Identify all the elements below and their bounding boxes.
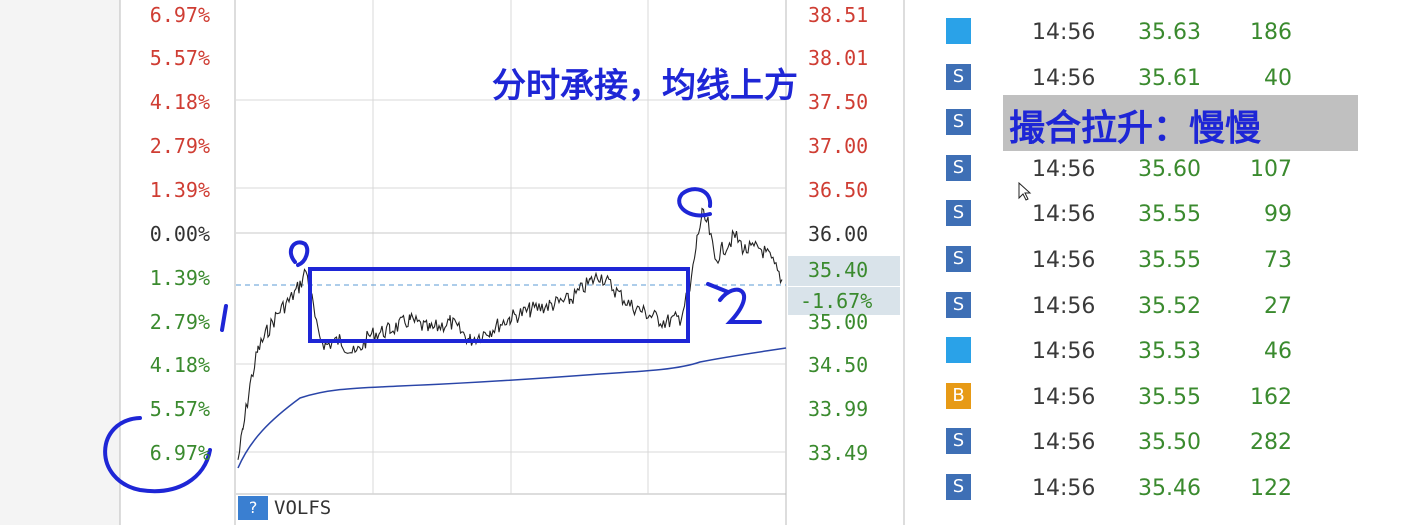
sell-badge: S xyxy=(946,428,971,455)
trade-volume: 27 xyxy=(1264,293,1292,319)
trade-row: S 14:56 35.46 122 xyxy=(940,470,1410,510)
sell-badge: S xyxy=(946,109,971,136)
trade-time: 14:56 xyxy=(1032,65,1096,91)
trade-row: S 14:56 35.61 40 xyxy=(940,60,1410,100)
sell-badge: S xyxy=(946,291,971,318)
trade-volume: 282 xyxy=(1250,430,1292,456)
trade-volume: 122 xyxy=(1250,476,1292,501)
pct-tick: 6.97% xyxy=(149,441,210,465)
box-annotation: 撮合拉升：慢慢 xyxy=(1003,95,1358,151)
trade-time: 14:56 xyxy=(1032,248,1096,273)
price-tick: 37.50 xyxy=(808,90,869,114)
price-tick: 34.50 xyxy=(808,353,869,377)
price-tick: 37.00 xyxy=(808,134,869,158)
trade-time: 14:56 xyxy=(1032,384,1096,410)
pct-tick: 2.79% xyxy=(149,310,210,334)
trade-time: 14:56 xyxy=(1032,156,1096,182)
trade-row: S 14:56 35.60 107 xyxy=(940,151,1410,191)
buy-badge: B xyxy=(946,382,971,409)
trade-volume: 107 xyxy=(1250,156,1292,182)
trade-volume: 162 xyxy=(1250,384,1292,410)
sell-badge: S xyxy=(946,246,971,272)
sell-badge: S xyxy=(946,63,971,90)
pct-tick: 5.57% xyxy=(149,46,210,70)
trade-row: S 14:56 35.52 27 xyxy=(940,288,1410,328)
pct-tick: 5.57% xyxy=(149,397,210,421)
trade-time: 14:56 xyxy=(1032,202,1096,228)
pct-tick: 4.18% xyxy=(149,353,210,377)
price-tick: 33.49 xyxy=(808,441,869,465)
trade-row: S 14:56 35.50 282 xyxy=(940,424,1410,464)
neutral-badge xyxy=(946,337,971,364)
trade-row: 14:56 35.53 46 xyxy=(940,333,1410,373)
pct-tick: 6.97% xyxy=(149,3,210,27)
trade-time: 14:56 xyxy=(1032,293,1096,319)
last-price: 35.40 xyxy=(808,258,869,282)
trade-volume: 46 xyxy=(1264,339,1292,365)
trade-volume: 40 xyxy=(1264,65,1292,91)
pct-tick: 1.39% xyxy=(149,266,210,290)
trade-volume: 73 xyxy=(1264,248,1292,273)
price-tick: 35.00 xyxy=(808,310,869,334)
sell-badge: S xyxy=(946,474,971,500)
indicator-name[interactable]: VOLFS xyxy=(274,497,331,519)
pct-tick: 2.79% xyxy=(149,134,210,158)
price-tick: 36.50 xyxy=(808,178,869,202)
pct-tick: 4.18% xyxy=(149,90,210,114)
trade-row: B 14:56 35.55 162 xyxy=(940,379,1410,419)
price-tick: 38.01 xyxy=(808,46,869,70)
price-tick: 33.99 xyxy=(808,397,869,421)
title-annotation: 分时承接，均线上方 xyxy=(492,66,798,106)
change-pct: -1.67% xyxy=(800,289,873,313)
trade-row: 14:56 35.63 186 xyxy=(940,14,1410,54)
trade-volume: 99 xyxy=(1264,202,1292,228)
trade-volume: 186 xyxy=(1250,20,1292,45)
neutral-badge xyxy=(946,18,971,44)
sell-badge: S xyxy=(946,200,971,227)
price-tick: 38.51 xyxy=(808,3,869,27)
pct-tick: 1.39% xyxy=(149,178,210,202)
help-button[interactable]: ? xyxy=(238,496,268,520)
trade-time: 14:56 xyxy=(1032,476,1096,501)
sell-badge: S xyxy=(946,154,971,181)
trade-row: S 14:56 35.55 99 xyxy=(940,196,1410,236)
pct-tick: 0.00% xyxy=(149,222,210,246)
trade-row: S 14:56 35.55 73 xyxy=(940,242,1410,282)
box-annotation-text: 撮合拉升：慢慢 xyxy=(1009,108,1262,149)
trade-time: 14:56 xyxy=(1032,430,1096,456)
trade-time: 14:56 xyxy=(1032,339,1096,365)
price-tick: 36.00 xyxy=(808,222,869,246)
trade-time: 14:56 xyxy=(1032,20,1096,45)
